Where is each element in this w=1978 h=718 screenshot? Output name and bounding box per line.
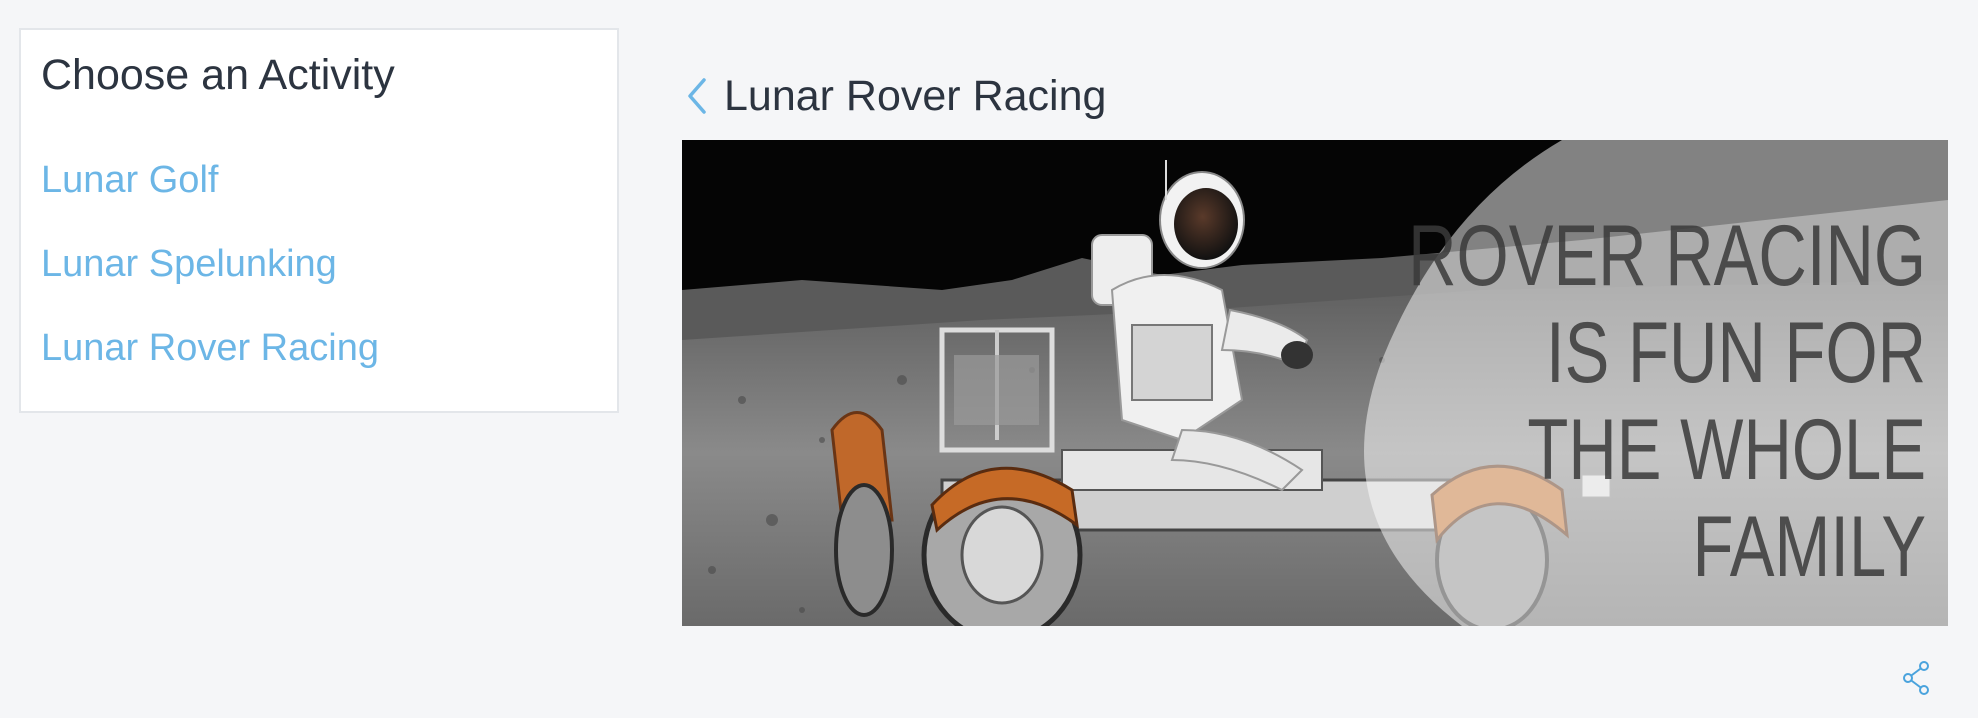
list-item: Lunar Rover Racing xyxy=(41,328,379,368)
page-title: Lunar Rover Racing xyxy=(724,71,1107,120)
share-button[interactable] xyxy=(1900,658,1934,698)
rover-racing-image: ROVER RACING IS FUN FOR THE WHOLE FAMILY xyxy=(682,140,1948,626)
overlay-text-line: IS FUN FOR xyxy=(1546,305,1926,401)
chevron-left-icon xyxy=(688,78,706,114)
list-item: Lunar Spelunking xyxy=(41,244,379,284)
overlay-text-line: FAMILY xyxy=(1693,499,1927,595)
detail-header: Lunar Rover Racing xyxy=(686,68,1106,124)
activity-link-lunar-rover-racing[interactable]: Lunar Rover Racing xyxy=(41,328,379,368)
activity-panel: Choose an Activity Lunar Golf Lunar Spel… xyxy=(19,28,619,413)
overlay-text-line: ROVER RACING xyxy=(1408,208,1926,304)
overlay-text-line: THE WHOLE xyxy=(1527,402,1926,498)
share-icon xyxy=(1903,661,1929,695)
back-button[interactable] xyxy=(686,68,714,124)
activity-list: Lunar Golf Lunar Spelunking Lunar Rover … xyxy=(41,160,379,412)
panel-title: Choose an Activity xyxy=(41,51,395,99)
list-item: Lunar Golf xyxy=(41,160,379,200)
activity-link-lunar-golf[interactable]: Lunar Golf xyxy=(41,160,218,200)
activity-image: ROVER RACING IS FUN FOR THE WHOLE FAMILY xyxy=(682,140,1948,626)
activity-link-lunar-spelunking[interactable]: Lunar Spelunking xyxy=(41,244,337,284)
